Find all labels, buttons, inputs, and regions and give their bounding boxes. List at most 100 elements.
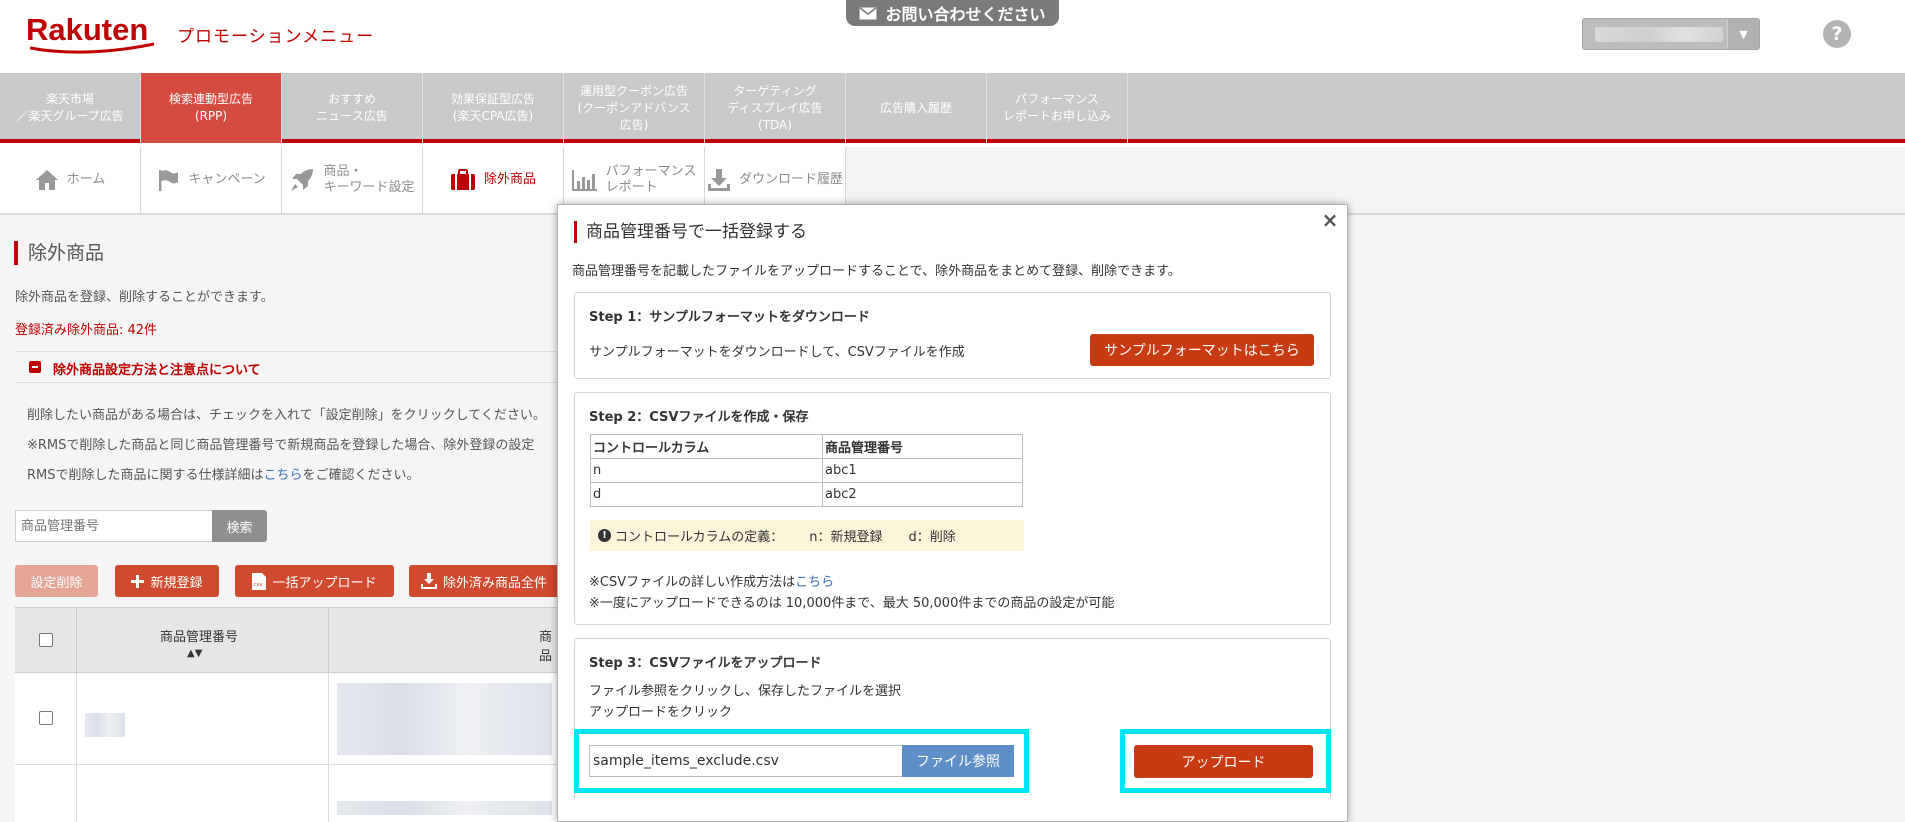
search-button[interactable]: 検索 <box>212 510 267 542</box>
top-nav-item-news-ad[interactable]: おすすめ ニュース広告 <box>282 73 423 143</box>
sample-format-button[interactable]: サンプルフォーマットはこちら <box>1090 334 1314 366</box>
column-header: 商品管理番号 <box>822 434 1023 459</box>
top-nav-item-cpa[interactable]: 効果保証型広告 (楽天CPA広告) <box>423 73 564 143</box>
modal-description: 商品管理番号を記載したファイルをアップロードすることで、除外商品をまとめて登録、… <box>572 264 1181 279</box>
table-cell: d <box>590 482 823 507</box>
row-select-cell <box>15 765 77 822</box>
sub-nav-label: キャンペーン <box>188 172 266 187</box>
page-title: 除外商品 <box>14 241 104 265</box>
rocket-icon <box>291 169 314 191</box>
table-row: n abc1 <box>590 458 1023 483</box>
definition-d: d：削除 <box>908 530 956 545</box>
page-description: 除外商品を登録、削除することができます。 <box>15 290 274 305</box>
collapse-icon[interactable] <box>29 361 41 373</box>
redacted-item-name <box>337 683 552 755</box>
top-nav-item-coupon-advance[interactable]: 運用型クーポン広告 (クーポンアドバンス 広告) <box>564 73 705 143</box>
definition-label: コントロールカラムの定義： <box>615 530 784 545</box>
sub-nav-item-keyword[interactable]: 商品・ キーワード設定 <box>282 147 423 213</box>
sub-nav-excluded-items[interactable]: 除外商品 <box>423 147 564 213</box>
modal-title: 商品管理番号で一括登録する <box>574 221 807 243</box>
exclamation-icon: ! <box>598 529 611 542</box>
file-path-input[interactable]: sample_items_exclude.csv <box>589 745 903 777</box>
select-all-checkbox[interactable] <box>39 633 53 647</box>
step2-heading: Step 2：CSVファイルを作成・保存 <box>589 410 809 425</box>
header-subtitle: プロモーションメニュー <box>177 27 375 47</box>
account-dropdown[interactable]: ▼ <box>1582 18 1760 50</box>
header: Rakuten プロモーションメニュー お問い合わせください ▼ ? <box>0 0 1905 73</box>
contact-button[interactable]: お問い合わせください <box>846 0 1059 26</box>
briefcase-icon <box>450 169 475 190</box>
sort-icon[interactable]: ▲▼ <box>187 648 202 659</box>
sub-nav-campaign[interactable]: キャンペーン <box>141 147 282 213</box>
delete-settings-button[interactable]: 設定削除 <box>15 565 98 597</box>
redacted-item-name <box>337 801 552 815</box>
mail-icon <box>859 6 877 19</box>
registered-count: 登録済み除外商品: 42件 <box>15 323 158 338</box>
header-select-cell <box>15 608 77 673</box>
top-nav-item-purchase-history[interactable]: 広告購入履歴 <box>846 73 987 143</box>
top-nav-item-performance-report[interactable]: パフォーマンス レポートお申し込み <box>987 73 1128 143</box>
table-cell: abc2 <box>822 482 1023 507</box>
notes: 削除したい商品がある場合は、チェックを入れて「設定削除」をクリックしてください。… <box>27 401 560 491</box>
sub-nav-label: 商品・ キーワード設定 <box>323 164 415 195</box>
bar-chart-icon <box>571 170 597 191</box>
top-nav-item-rakuten-ichiba[interactable]: 楽天市場 ／楽天グループ広告 <box>0 73 141 143</box>
table-cell: n <box>590 458 823 483</box>
step2-panel: Step 2：CSVファイルを作成・保存 コントロールカラム 商品管理番号 n … <box>574 392 1331 625</box>
accordion-header[interactable]: 除外商品設定方法と注意点について <box>15 351 560 383</box>
rakuten-logo[interactable]: Rakuten <box>26 12 162 56</box>
top-nav: 楽天市場 ／楽天グループ広告 検索連動型広告 (RPP) おすすめ ニュース広告… <box>0 73 1905 143</box>
csv-how-to-link[interactable]: こちら <box>795 575 834 590</box>
flag-icon <box>159 170 179 191</box>
header-item-id[interactable]: 商品管理番号 ▲▼ <box>77 608 329 673</box>
table-cell: abc1 <box>822 458 1023 483</box>
top-nav-item-rpp[interactable]: 検索連動型広告 (RPP) <box>141 73 282 143</box>
sub-nav-home[interactable]: ホーム <box>0 147 141 213</box>
account-name-redacted <box>1595 27 1723 42</box>
upload-limit-note: ※一度にアップロードできるのは 10,000件まで、最大 50,000件までの商… <box>589 596 1115 611</box>
download-icon <box>707 169 730 191</box>
excluded-items-table: 商品管理番号 ▲▼ 商品 <box>15 607 560 822</box>
csv-file-icon: csv <box>252 572 267 590</box>
note-line: ※RMSで削除した商品と同じ商品管理番号で新規商品を登録した場合、除外登録の設定 <box>27 438 535 453</box>
sub-nav-label: パフォーマンス レポート <box>605 164 697 195</box>
column-header: コントロールカラム <box>590 434 823 459</box>
help-icon[interactable]: ? <box>1823 20 1851 48</box>
row-select-cell <box>15 673 77 765</box>
upload-button[interactable]: アップロード <box>1134 745 1313 778</box>
bulk-upload-button[interactable]: csv 一括アップロード <box>235 565 394 597</box>
csv-how-to-note: ※CSVファイルの詳しい作成方法はこちら <box>589 571 834 590</box>
note-text: ※CSVファイルの詳しい作成方法は <box>589 575 796 590</box>
item-id-search-input[interactable] <box>15 510 213 542</box>
row-item-id-cell <box>77 765 329 822</box>
redacted-item-id <box>85 713 125 737</box>
control-column-definition: ! コントロールカラムの定義： n：新規登録 d：削除 <box>590 520 1024 551</box>
step3-text-1: ファイル参照をクリックし、保存したファイルを選択 <box>589 684 902 699</box>
table-row: d abc2 <box>590 482 1023 507</box>
top-nav-item-tda[interactable]: ターゲティング ディスプレイ広告 (TDA) <box>705 73 846 143</box>
plus-icon <box>131 574 145 588</box>
svg-text:csv: csv <box>254 582 264 588</box>
new-register-button[interactable]: 新規登録 <box>115 565 219 597</box>
spec-link[interactable]: こちら <box>264 468 303 483</box>
note-text: RMSで削除した商品に関する仕様詳細は <box>27 468 264 483</box>
chevron-down-icon[interactable]: ▼ <box>1727 19 1759 49</box>
step1-heading: Step 1：サンプルフォーマットをダウンロード <box>589 310 870 325</box>
sub-nav-label: ダウンロード履歴 <box>738 172 843 187</box>
svg-text:Rakuten: Rakuten <box>26 12 148 47</box>
step3-text-2: アップロードをクリック <box>589 705 733 720</box>
row-item-id-cell <box>77 673 329 765</box>
sub-nav-label: 除外商品 <box>483 172 536 187</box>
download-all-button[interactable]: 除外済み商品全件 <box>409 565 575 597</box>
row-checkbox[interactable] <box>39 711 53 725</box>
csv-sample-table: コントロールカラム 商品管理番号 n abc1 d abc2 <box>590 434 1023 507</box>
row-item-name-cell <box>329 673 560 765</box>
button-label: 一括アップロード <box>272 575 377 591</box>
accordion-label: 除外商品設定方法と注意点について <box>53 363 261 378</box>
contact-label: お問い合わせください <box>885 5 1046 24</box>
note-text: をご確認ください。 <box>302 468 420 483</box>
download-icon <box>421 573 437 589</box>
browse-file-button[interactable]: ファイル参照 <box>902 745 1014 777</box>
close-icon[interactable]: × <box>1321 208 1339 232</box>
sub-nav-label: ホーム <box>66 172 106 187</box>
